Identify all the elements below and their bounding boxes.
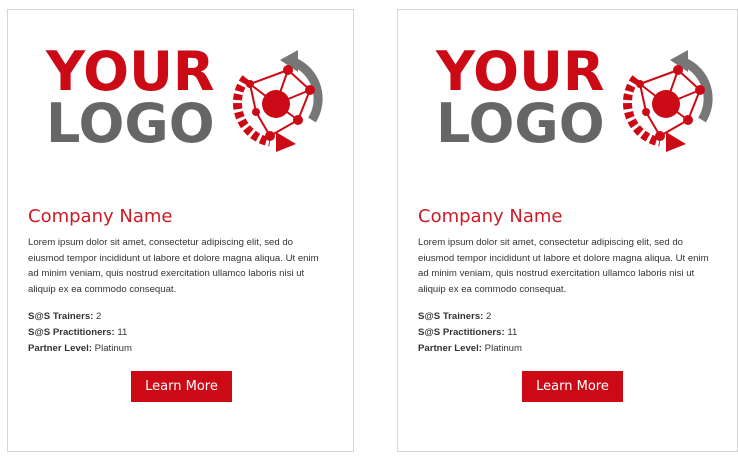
partner-stats: S@S Trainers: 2 S@S Practitioners: 11 Pa… [418, 309, 522, 357]
learn-more-button[interactable]: Learn More [522, 371, 623, 402]
learn-more-button[interactable]: Learn More [131, 371, 232, 402]
logo-text-logo: LOGO [436, 92, 605, 155]
stat-value: Platinum [484, 343, 522, 354]
stat-trainers: S@S Trainers: 2 [418, 309, 522, 325]
network-circle-arrows-icon [622, 50, 713, 152]
stat-value: 11 [507, 327, 518, 338]
stat-label: S@S Trainers: [28, 311, 94, 322]
partner-card-2: YOUR LOGO Company Name Lorem ipsum dolor… [397, 9, 738, 452]
stat-label: S@S Practitioners: [418, 327, 505, 338]
partner-stats: S@S Trainers: 2 S@S Practitioners: 11 Pa… [28, 309, 132, 357]
stat-trainers: S@S Trainers: 2 [28, 309, 132, 325]
stat-value: 11 [117, 327, 128, 338]
company-description: Lorem ipsum dolor sit amet, consectetur … [418, 237, 709, 295]
logo-text-logo: LOGO [46, 92, 215, 155]
stat-practitioners: S@S Practitioners: 11 [418, 325, 522, 341]
company-logo: YOUR LOGO [436, 40, 716, 166]
stat-partner-level: Partner Level: Platinum [418, 341, 522, 357]
company-logo: YOUR LOGO [46, 40, 326, 166]
logo-text-your: YOUR [46, 40, 215, 103]
stat-label: S@S Trainers: [418, 311, 484, 322]
company-description: Lorem ipsum dolor sit amet, consectetur … [28, 237, 319, 295]
network-circle-arrows-icon [232, 50, 323, 152]
logo-text-your: YOUR [436, 40, 605, 103]
stat-practitioners: S@S Practitioners: 11 [28, 325, 132, 341]
stat-value: 2 [486, 311, 492, 322]
company-name: Company Name [28, 206, 173, 227]
stat-label: Partner Level: [28, 343, 92, 354]
partner-card-1: YOUR LOGO Company Name Lorem ipsum dolor… [7, 9, 354, 452]
stat-label: S@S Practitioners: [28, 327, 115, 338]
stat-partner-level: Partner Level: Platinum [28, 341, 132, 357]
stat-label: Partner Level: [418, 343, 482, 354]
company-name: Company Name [418, 206, 563, 227]
stat-value: 2 [96, 311, 102, 322]
stat-value: Platinum [94, 343, 132, 354]
